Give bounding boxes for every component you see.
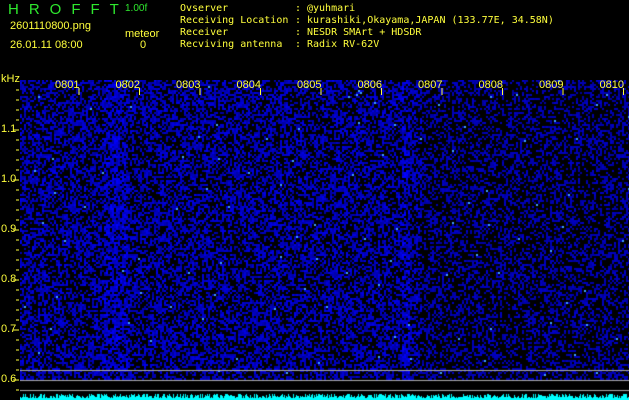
time-tick-label: 0801 (55, 79, 80, 91)
unit-label: kHz (1, 73, 20, 85)
time-tick-label: 0805 (297, 79, 322, 91)
time-tick-label: 0808 (478, 79, 503, 91)
time-tick-label: 0807 (418, 79, 443, 91)
y-tick-label: 0.6 (1, 373, 17, 385)
y-tick-label: 1.1 (1, 123, 17, 135)
time-tick-label: 0810 (599, 79, 624, 91)
time-tick-label: 0806 (357, 79, 382, 91)
y-tick-label: 1.0 (1, 173, 17, 185)
axes (13, 88, 624, 391)
frequency-axis (13, 89, 19, 391)
time-tick-label: 0803 (176, 79, 201, 91)
time-tick-label: 0804 (236, 79, 261, 91)
time-tick-label: 0802 (115, 79, 140, 91)
hrofft-window: HROFFT 1.00f 2601110800.png 26.01.11 08:… (0, 0, 629, 400)
y-tick-label: 0.7 (1, 323, 17, 335)
y-tick-label: 0.9 (1, 223, 17, 235)
y-tick-label: 0.8 (1, 273, 17, 285)
time-tick-label: 0809 (539, 79, 564, 91)
